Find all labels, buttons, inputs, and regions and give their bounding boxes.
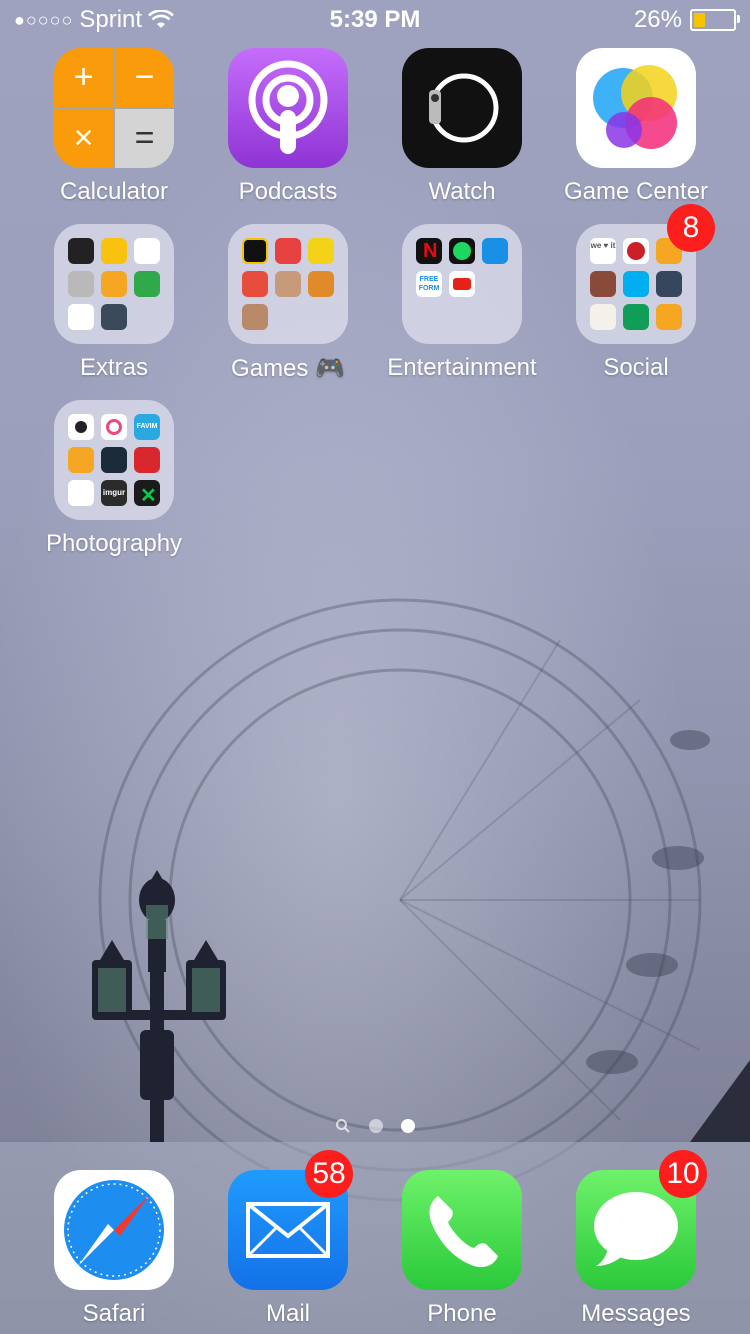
app-mail[interactable]: 58 Mail [201,1150,375,1328]
folder-photography[interactable]: FAVIM imgur ✕ Photography [27,400,201,558]
compass-mini-icon [68,238,94,264]
notification-badge: 8 [667,204,715,252]
page-dot-active[interactable] [401,1119,415,1133]
find-friends-mini-icon [101,271,127,297]
spotify-mini-icon [449,238,475,264]
folder-label: Games 🎮 [231,355,345,382]
app-label: Phone [427,1300,497,1327]
folder-label: Entertainment [387,354,537,381]
photo-mini-icon [68,447,94,473]
game-mini-icon [275,238,301,264]
app-label: Game Center [563,178,709,205]
dictionary-mini-icon [68,304,94,330]
tips-mini-icon [101,238,127,264]
app-label: Calculator [59,178,169,205]
app-safari[interactable]: Safari [27,1170,201,1328]
camera-mini-icon [68,414,94,440]
safari-icon [54,1170,174,1290]
goodreads-mini-icon [590,304,616,330]
app-label: Messages [581,1300,691,1327]
folder-icon: FAVIM imgur ✕ [54,400,174,520]
game-mini-icon [242,271,268,297]
weheartit-mini-icon: we ♥ it [590,238,616,264]
minus-key: − [115,48,174,107]
app-phone[interactable]: Phone [375,1170,549,1328]
folder-social[interactable]: we ♥ it 8 Social [549,204,723,382]
app-calculator[interactable]: + − × = Calculator [27,48,201,206]
voice-memos-mini-icon [134,238,160,264]
game-mini-icon [275,271,301,297]
status-bar: ●○○○○ Sprint 5:39 PM 26% [0,0,750,40]
folder-label: Social [603,354,669,381]
app-label: Podcasts [238,178,338,205]
plus-key: + [54,48,113,107]
game-mini-icon [308,238,334,264]
photoshop-mini-icon [101,447,127,473]
pinterest-mini-icon [623,238,649,264]
app-messages[interactable]: 10 Messages [549,1150,723,1328]
imgur-mini-icon: imgur [101,480,127,506]
folder-entertainment[interactable]: N FREE FORM Entertainment [375,224,549,382]
notification-badge: 58 [305,1150,353,1198]
battery-level-fill [694,13,705,27]
folder-games[interactable]: Games 🎮 [201,224,375,383]
picsart-mini-icon [68,480,94,506]
battery-icon [690,9,740,31]
multiply-key: × [54,109,113,168]
youtube-mini-icon [449,271,475,297]
calculator-icon: + − × = [54,48,174,168]
freeform-mini-icon: FREE FORM [416,271,442,297]
social-mini-icon [590,271,616,297]
contacts-mini-icon [68,271,94,297]
hangouts-mini-icon [623,304,649,330]
app-watch[interactable]: Watch [375,48,549,206]
wattpad-mini-icon [656,304,682,330]
shazam-mini-icon [482,238,508,264]
game-mini-icon [242,304,268,330]
photos-mini-icon [101,414,127,440]
folder-icon: N FREE FORM [402,224,522,344]
notification-badge: 10 [659,1150,707,1198]
folder-label: Photography [45,530,183,557]
tumblr-mini-icon [656,271,682,297]
game-mini-icon [242,238,268,264]
folder-icon [54,224,174,344]
folder-icon [228,224,348,344]
find-iphone-mini-icon [134,271,160,297]
watch-icon [402,48,522,168]
equals-key: = [115,109,174,168]
deviantart-mini-icon: ✕ [134,480,160,507]
app-label: Mail [265,1300,310,1327]
skype-mini-icon [623,271,649,297]
app-podcasts[interactable]: Podcasts [201,48,375,206]
app-game-center[interactable]: Game Center [549,48,723,206]
netflix-mini-icon: N [416,238,442,264]
page-dot[interactable] [369,1119,383,1133]
app-label: Watch [428,178,496,205]
page-indicator[interactable] [0,1118,750,1134]
photo-editor-mini-icon [134,447,160,473]
seal-mini-icon [101,304,127,330]
folder-label: Extras [79,354,148,381]
podcasts-icon [228,48,348,168]
app-label: Safari [82,1300,146,1327]
dock: Safari 58 Mail Phone 10 Messages [0,1142,750,1334]
spotlight-search-icon[interactable] [335,1118,351,1134]
game-mini-icon [308,271,334,297]
game-center-icon [576,48,696,168]
battery-percent: 26% [633,6,682,33]
favim-mini-icon: FAVIM [134,414,160,440]
folder-extras[interactable]: Extras [27,224,201,382]
phone-icon [402,1170,522,1290]
